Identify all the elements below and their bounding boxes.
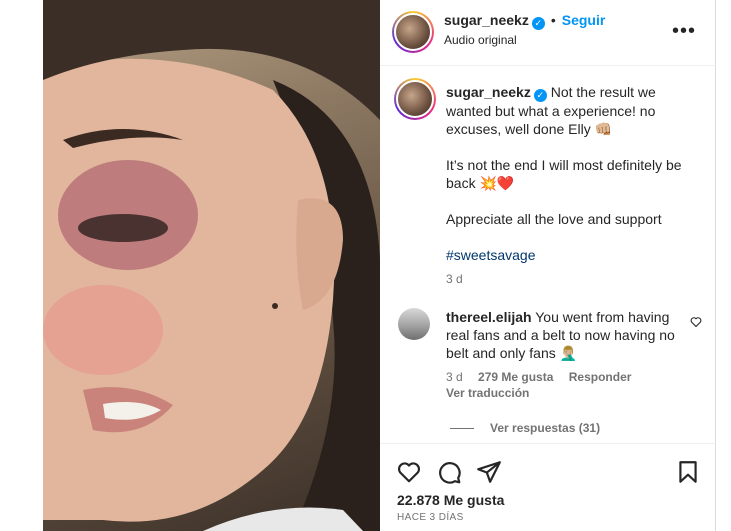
- more-icon[interactable]: •••: [672, 20, 696, 43]
- replies-divider: [450, 428, 474, 430]
- see-translation-link[interactable]: Ver traducción: [446, 386, 529, 400]
- view-replies-button[interactable]: Ver respuestas (31): [450, 421, 600, 435]
- post-header: sugar_neekz ✓ • Seguir Audio original •••: [380, 0, 716, 66]
- post-details-panel: sugar_neekz ✓ • Seguir Audio original ••• s…: [380, 0, 716, 531]
- bookmark-icon[interactable]: [675, 459, 701, 485]
- caption-text: sugar_neekz ✓ Not the result we wanted bu…: [446, 83, 686, 288]
- heart-icon[interactable]: [396, 459, 422, 485]
- video-frame: [43, 0, 380, 531]
- caption-paragraph-3: Appreciate all the love and support: [446, 211, 662, 227]
- verified-icon: ✓: [531, 17, 545, 30]
- likes-count[interactable]: 22.878 Me gusta: [397, 492, 504, 508]
- commenter-username[interactable]: thereel.elijah: [446, 309, 532, 325]
- comment-age[interactable]: 3 d: [446, 370, 463, 384]
- author-avatar[interactable]: [392, 11, 434, 53]
- comment-meta: 3 d 279 Me gusta Responder: [446, 370, 643, 384]
- separator-dot: •: [550, 12, 556, 28]
- follow-button[interactable]: Seguir: [562, 12, 606, 28]
- view-replies-label: Ver respuestas (31): [490, 421, 601, 435]
- caption-username[interactable]: sugar_neekz: [446, 84, 531, 100]
- share-icon[interactable]: [476, 459, 502, 485]
- commenter-avatar[interactable]: [398, 308, 430, 340]
- comment-like-heart-icon[interactable]: [690, 316, 702, 328]
- hashtag-link[interactable]: #sweetsavage: [446, 247, 536, 263]
- post-video[interactable]: [43, 0, 380, 531]
- caption-author-avatar[interactable]: [394, 78, 436, 120]
- audio-label[interactable]: Audio original: [444, 33, 517, 47]
- comment-text-block: thereel.elijah You went from having real…: [446, 308, 678, 362]
- author-username[interactable]: sugar_neekz: [444, 12, 529, 28]
- reply-button[interactable]: Responder: [569, 370, 632, 384]
- caption-age[interactable]: 3 d: [446, 270, 686, 288]
- action-bar: 22.878 Me gusta HACE 3 DÍAS: [380, 443, 716, 531]
- comment-likes[interactable]: 279 Me gusta: [478, 370, 553, 384]
- caption-paragraph-2: It’s not the end I will most definitely …: [446, 157, 682, 191]
- verified-icon: ✓: [533, 89, 547, 102]
- post-date[interactable]: HACE 3 DÍAS: [397, 512, 464, 523]
- comment-icon[interactable]: [436, 459, 462, 485]
